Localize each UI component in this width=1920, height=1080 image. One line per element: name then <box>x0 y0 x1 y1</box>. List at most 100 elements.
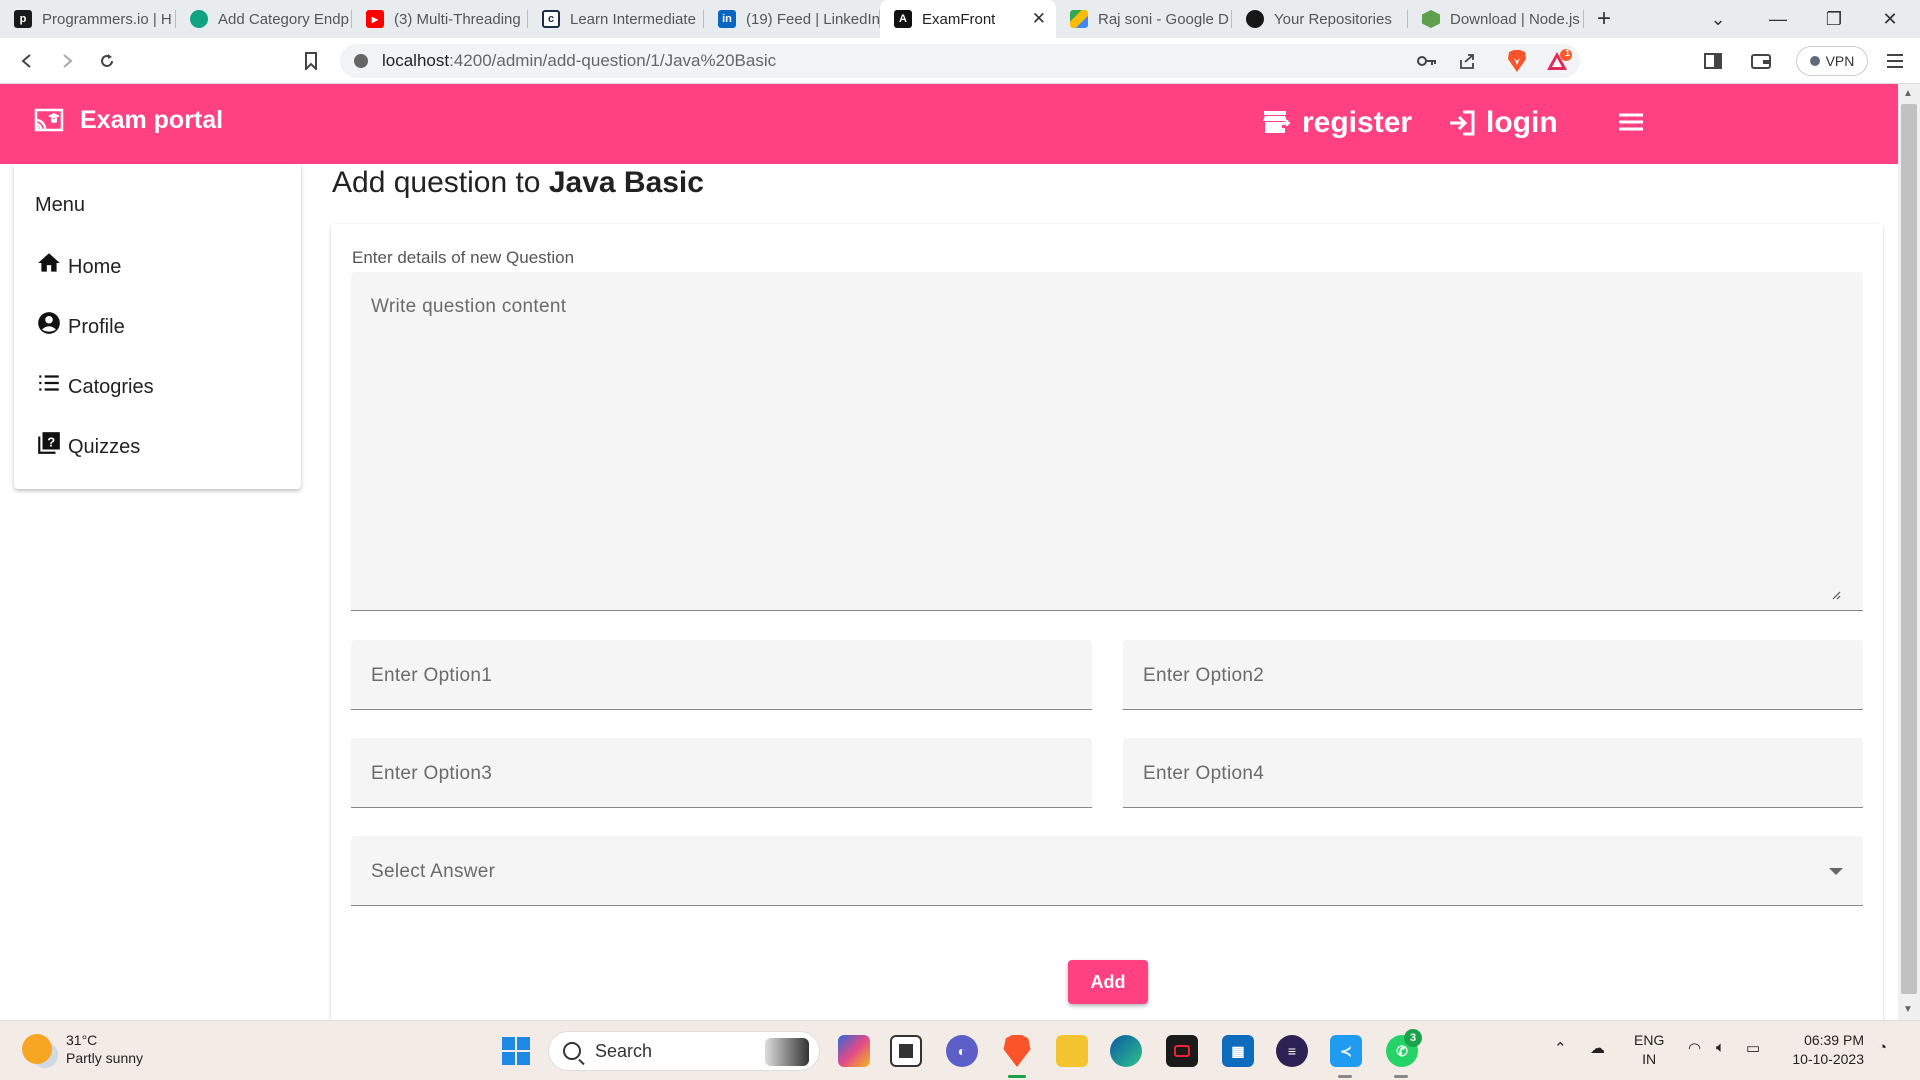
tab-favicon-icon: A <box>894 10 912 28</box>
sidebar-item-label: Catogries <box>68 376 154 398</box>
share-icon[interactable] <box>1452 46 1482 76</box>
minimize-button[interactable]: — <box>1752 0 1804 38</box>
browser-tab[interactable]: Your Repositories <box>1232 0 1408 38</box>
onedrive-cloud-icon[interactable]: ☁ <box>1590 1039 1605 1057</box>
taskbar-search[interactable]: Search <box>548 1031 820 1071</box>
tab-title: Learn Intermediate <box>570 10 696 28</box>
browser-tab[interactable]: c Learn Intermediate <box>528 0 704 38</box>
copilot-app-icon[interactable] <box>838 1035 870 1067</box>
edge-browser-icon[interactable] <box>1110 1035 1142 1067</box>
browser-tab-bar: p Programmers.io | H Add Category Endp ▶… <box>0 0 1920 38</box>
scrollbar-thumb[interactable] <box>1901 104 1917 994</box>
cast-for-education-icon <box>34 108 64 131</box>
brave-rewards-icon[interactable]: 1 <box>1544 46 1574 76</box>
register-link[interactable]: register <box>1262 106 1412 140</box>
question-content-placeholder: Write question content <box>371 296 567 317</box>
brave-shield-icon[interactable] <box>1502 46 1532 76</box>
wifi-icon[interactable]: ◠ <box>1688 1039 1701 1057</box>
tab-favicon-icon: in <box>718 10 736 28</box>
file-explorer-icon[interactable] <box>1056 1035 1088 1067</box>
add-question-button[interactable]: Add <box>1068 960 1148 1004</box>
browser-tab[interactable]: in (19) Feed | LinkedIn <box>704 0 880 38</box>
bookmark-icon[interactable] <box>296 46 326 76</box>
reload-icon[interactable] <box>92 46 122 76</box>
browser-tab[interactable]: ▶ (3) Multi-Threading <box>352 0 528 38</box>
new-tab-button[interactable]: + <box>1584 0 1624 38</box>
site-info-icon[interactable] <box>354 54 368 68</box>
option4-input[interactable]: Enter Option4 <box>1123 738 1863 808</box>
answer-select[interactable]: Select Answer <box>351 836 1863 906</box>
tab-favicon-icon: ▶ <box>366 10 384 28</box>
forward-arrow-icon[interactable] <box>52 46 82 76</box>
open-app-indicator <box>1394 1075 1408 1078</box>
date: 10-10-2023 <box>1792 1051 1864 1067</box>
home-icon <box>38 253 60 272</box>
sidebar-toggle-icon[interactable] <box>1698 46 1728 76</box>
windows-logo-icon <box>502 1052 515 1065</box>
option3-placeholder: Enter Option3 <box>371 763 493 784</box>
brave-browser-icon[interactable] <box>1003 1035 1031 1067</box>
browser-tab[interactable]: Add Category Endp <box>176 0 352 38</box>
browser-menu-icon[interactable] <box>1880 46 1910 76</box>
sidebar-item-label: Home <box>68 256 122 278</box>
option1-input[interactable]: Enter Option1 <box>351 640 1092 710</box>
option4-placeholder: Enter Option4 <box>1143 763 1265 784</box>
brand-link[interactable]: Exam portal <box>34 106 223 135</box>
browser-tab[interactable]: p Programmers.io | H <box>0 0 176 38</box>
notification-bell-icon[interactable]: ◔ <box>1878 1039 1887 1056</box>
sidebar-item-profile[interactable]: Profile <box>36 312 125 339</box>
back-arrow-icon[interactable] <box>12 46 42 76</box>
close-window-button[interactable]: ✕ <box>1864 0 1916 38</box>
volume-icon[interactable]: 🔈︎ <box>1716 1039 1725 1056</box>
quiz-title: Java Basic <box>548 166 704 199</box>
address-bar[interactable]: localhost:4200/admin/add-question/1/Java… <box>340 44 1580 78</box>
dropdown-arrow-icon <box>1829 868 1843 875</box>
input-language[interactable]: ENG IN <box>1634 1031 1664 1069</box>
option3-input[interactable]: Enter Option3 <box>351 738 1092 808</box>
sidebar-item-quizzes[interactable]: ? Quizzes <box>36 432 141 459</box>
tab-favicon-icon <box>190 10 208 28</box>
login-icon <box>1450 110 1475 136</box>
clock[interactable]: 06:39 PM 10-10-2023 <box>1784 1031 1864 1069</box>
scroll-up-arrow-icon[interactable]: ▲ <box>1903 88 1913 99</box>
battery-icon[interactable]: ▭ <box>1746 1039 1760 1057</box>
weather-widget[interactable]: 31°C Partly sunny <box>22 1031 143 1067</box>
task-view-icon[interactable] <box>890 1035 922 1067</box>
maximize-button[interactable]: ❐ <box>1808 0 1860 38</box>
sidebar-item-categories[interactable]: Catogries <box>36 375 154 399</box>
scroll-down-arrow-icon[interactable]: ▼ <box>1903 1004 1913 1015</box>
form-label: Enter details of new Question <box>352 248 575 267</box>
option2-input[interactable]: Enter Option2 <box>1123 640 1863 710</box>
wallet-icon[interactable] <box>1746 46 1776 76</box>
vpn-button[interactable]: VPN <box>1796 46 1868 76</box>
tab-title: (19) Feed | LinkedIn <box>746 10 880 28</box>
vscode-icon[interactable]: ≺ <box>1330 1035 1362 1067</box>
menu-title: Menu <box>35 194 86 216</box>
browser-tab[interactable]: Raj soni - Google D <box>1056 0 1232 38</box>
menu-toggle-icon[interactable] <box>1618 112 1644 137</box>
tab-title: Your Repositories <box>1274 10 1392 28</box>
teams-chat-icon[interactable]: ◐ <box>946 1035 978 1067</box>
tab-title: (3) Multi-Threading <box>394 10 521 28</box>
browser-tab-active[interactable]: A ExamFront ✕ <box>880 0 1056 38</box>
sidebar-item-label: Profile <box>68 316 125 338</box>
login-link[interactable]: login <box>1448 106 1558 140</box>
tab-title: Programmers.io | H <box>42 10 172 28</box>
resize-handle-icon[interactable] <box>1831 590 1841 600</box>
tab-search-chevron-icon[interactable]: ⌄ <box>1692 0 1744 38</box>
close-tab-icon[interactable]: ✕ <box>1032 9 1046 29</box>
sidebar-item-home[interactable]: Home <box>36 253 122 279</box>
tab-favicon-icon <box>1422 10 1440 28</box>
microsoft-store-icon[interactable]: ▦ <box>1222 1035 1254 1067</box>
question-content-textarea[interactable]: Write question content <box>351 272 1863 611</box>
camera-app-icon[interactable] <box>1166 1035 1198 1067</box>
register-label: register <box>1302 106 1413 139</box>
brand-title: Exam portal <box>80 106 224 134</box>
sidebar-item-label: Quizzes <box>68 436 141 458</box>
start-button[interactable] <box>502 1037 530 1065</box>
browser-tab[interactable]: Download | Node.js <box>1408 0 1584 38</box>
whatsapp-badge: 3 <box>1404 1029 1422 1047</box>
key-icon[interactable] <box>1412 46 1442 76</box>
show-hidden-icons-chevron-icon[interactable]: ⌃ <box>1554 1039 1567 1057</box>
eclipse-ide-icon[interactable]: ≡ <box>1276 1035 1308 1067</box>
